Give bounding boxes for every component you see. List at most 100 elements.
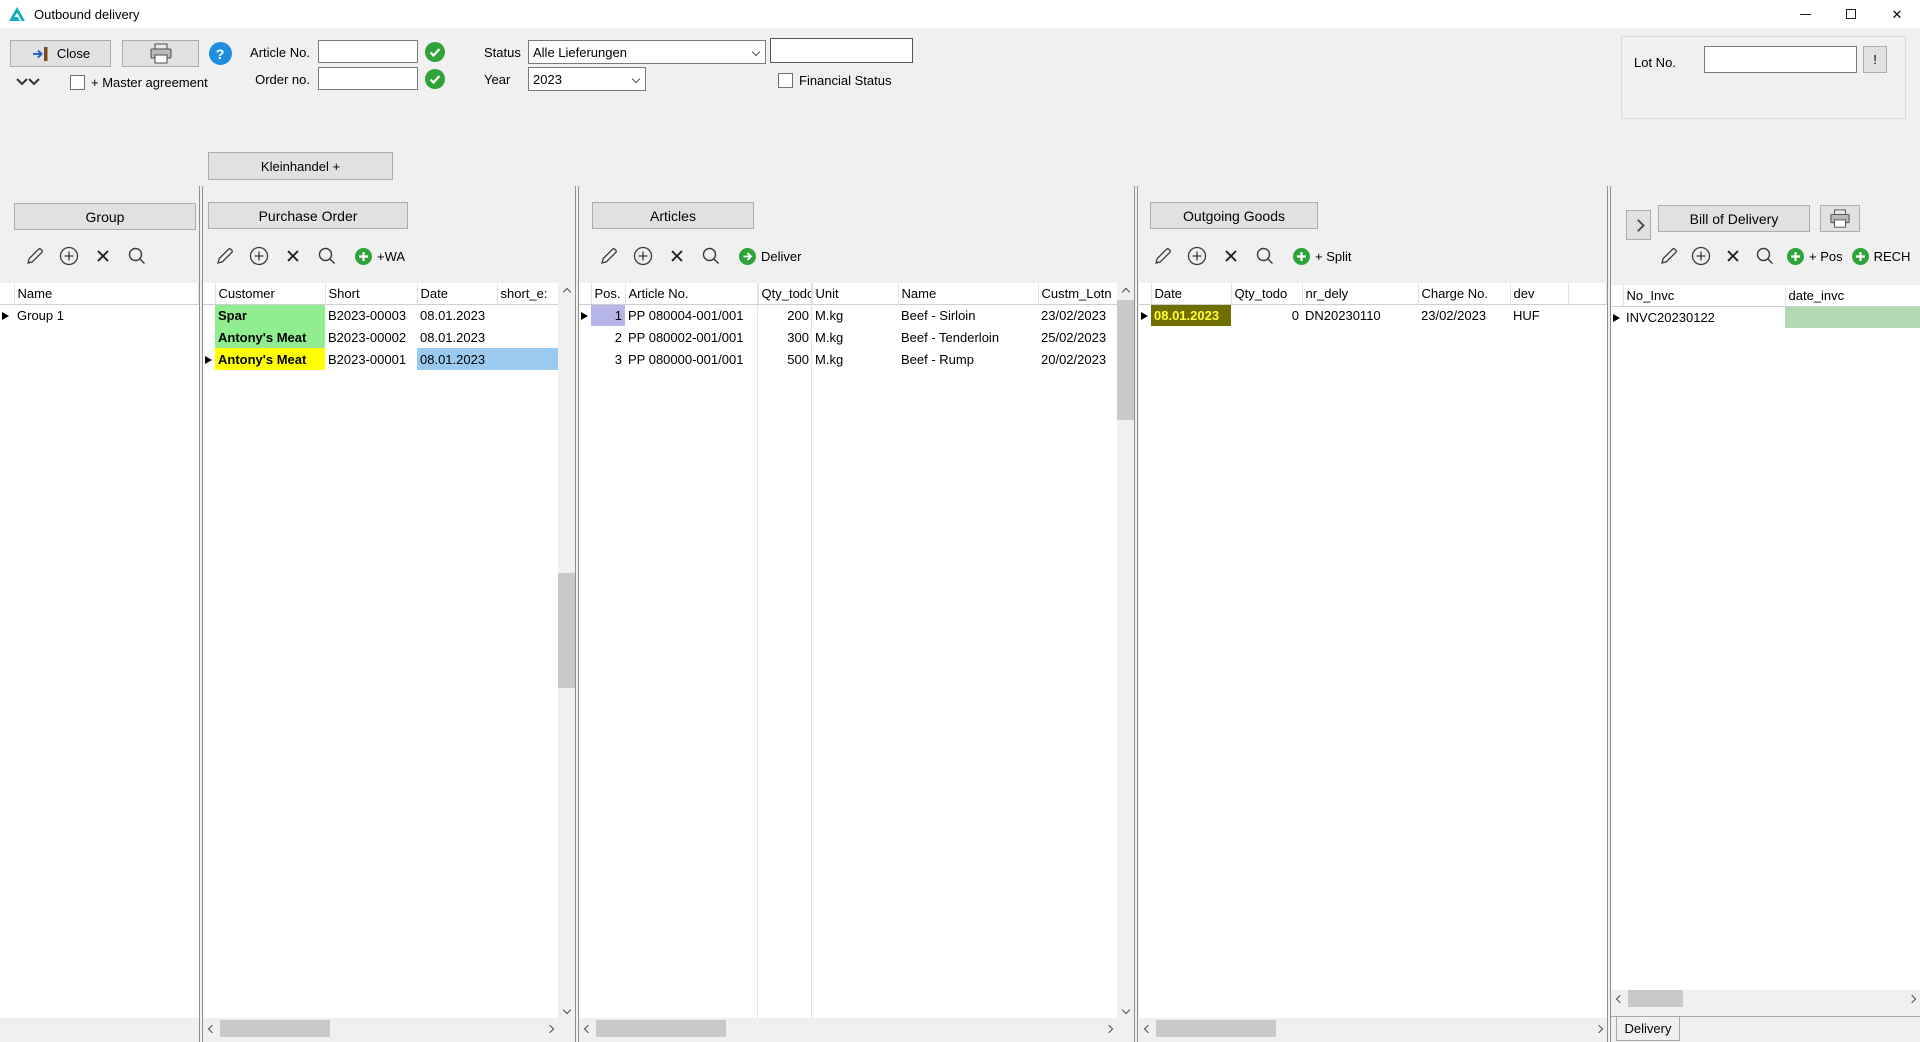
- status-extra-input[interactable]: [770, 38, 913, 63]
- edit-button[interactable]: [22, 243, 48, 269]
- article-no-input[interactable]: [318, 40, 418, 63]
- scroll-up-button[interactable]: [558, 283, 575, 300]
- articles-row-1-selected[interactable]: 1 PP 080004-001/001 200 M.kg Beef - Sirl…: [579, 304, 1117, 326]
- po-col-short-e[interactable]: short_e:: [497, 283, 558, 304]
- purchase-order-panel-header[interactable]: Purchase Order: [208, 202, 408, 229]
- add-pos-button[interactable]: + Pos: [1786, 247, 1843, 266]
- search-button[interactable]: [124, 243, 150, 269]
- expand-panel-button[interactable]: [1626, 210, 1651, 240]
- scroll-right-button[interactable]: [1903, 990, 1920, 1007]
- search-button[interactable]: [314, 243, 340, 269]
- group-col-name[interactable]: Name: [14, 283, 199, 304]
- po-row-3-selected[interactable]: Antony's Meat B2023-00001 08.01.2023: [203, 348, 558, 370]
- articles-panel-header[interactable]: Articles: [592, 202, 754, 229]
- po-row-2[interactable]: Antony's Meat B2023-00002 08.01.2023: [203, 326, 558, 348]
- articles-col-unit[interactable]: Unit: [812, 283, 898, 304]
- articles-horizontal-scrollbar[interactable]: [579, 1020, 1117, 1037]
- po-horizontal-scrollbar[interactable]: [203, 1020, 558, 1037]
- close-window-button[interactable]: ✕: [1874, 0, 1920, 28]
- scroll-thumb[interactable]: [558, 573, 575, 688]
- outgoing-row-1-selected[interactable]: 08.01.2023 0 DN20230110 23/02/2023 HUF: [1139, 304, 1607, 326]
- articles-col-custm-lotn[interactable]: Custm_Lotn: [1038, 283, 1117, 304]
- add-button[interactable]: [56, 243, 82, 269]
- articles-row-2[interactable]: 2 PP 080002-001/001 300 M.kg Beef - Tend…: [579, 326, 1117, 348]
- articles-row-3[interactable]: 3 PP 080000-001/001 500 M.kg Beef - Rump…: [579, 348, 1117, 370]
- scroll-right-button[interactable]: [541, 1020, 558, 1037]
- scroll-thumb[interactable]: [220, 1020, 330, 1037]
- bill-print-button[interactable]: [1820, 205, 1860, 232]
- edit-button[interactable]: [1656, 243, 1682, 269]
- articles-vertical-scrollbar[interactable]: [1117, 283, 1134, 1018]
- articles-col-article-no[interactable]: Article No.: [625, 283, 758, 304]
- year-select[interactable]: 2023: [528, 67, 646, 91]
- tab-delivery[interactable]: Delivery: [1616, 1017, 1680, 1041]
- bill-row-1-selected[interactable]: INVC20230122: [1611, 306, 1920, 328]
- collapse-toggle[interactable]: [15, 77, 41, 92]
- outgoing-col-nr-dely[interactable]: nr_dely: [1302, 283, 1418, 304]
- close-button[interactable]: Close: [10, 40, 111, 67]
- order-no-confirm-button[interactable]: [424, 68, 446, 90]
- minimize-button[interactable]: [1782, 0, 1828, 28]
- scroll-left-button[interactable]: [1139, 1020, 1156, 1037]
- delete-button[interactable]: [1720, 243, 1746, 269]
- articles-col-pos[interactable]: Pos.: [591, 283, 625, 304]
- bill-horizontal-scrollbar[interactable]: [1611, 990, 1920, 1007]
- print-button[interactable]: [122, 40, 199, 67]
- outgoing-col-qty-todo[interactable]: Qty_todo: [1231, 283, 1302, 304]
- po-col-date[interactable]: Date: [417, 283, 497, 304]
- scroll-thumb[interactable]: [1156, 1020, 1276, 1037]
- lot-alert-button[interactable]: !: [1863, 46, 1887, 73]
- po-row-1[interactable]: Spar B2023-00003 08.01.2023: [203, 304, 558, 326]
- status-select[interactable]: Alle Lieferungen: [528, 40, 766, 64]
- outgoing-col-date[interactable]: Date: [1151, 283, 1231, 304]
- scroll-right-button[interactable]: [1590, 1020, 1607, 1037]
- lot-no-input[interactable]: [1704, 46, 1857, 73]
- search-button[interactable]: [698, 243, 724, 269]
- add-button[interactable]: [1688, 243, 1714, 269]
- order-no-input[interactable]: [318, 67, 418, 90]
- edit-button[interactable]: [212, 243, 238, 269]
- group-panel-header[interactable]: Group: [14, 203, 196, 230]
- po-col-customer[interactable]: Customer: [215, 283, 325, 304]
- bill-of-delivery-panel-header[interactable]: Bill of Delivery: [1658, 205, 1810, 232]
- articles-col-qty-todo[interactable]: Qty_todo: [758, 283, 812, 304]
- scroll-left-button[interactable]: [1611, 990, 1628, 1007]
- scroll-down-button[interactable]: [558, 1001, 575, 1018]
- split-button[interactable]: + Split: [1292, 247, 1352, 266]
- add-button[interactable]: [630, 243, 656, 269]
- scroll-thumb[interactable]: [1117, 300, 1134, 420]
- article-no-confirm-button[interactable]: [424, 41, 446, 63]
- scroll-right-button[interactable]: [1100, 1020, 1117, 1037]
- delete-button[interactable]: [664, 243, 690, 269]
- add-button[interactable]: [246, 243, 272, 269]
- po-col-short[interactable]: Short: [325, 283, 417, 304]
- outgoing-col-dev[interactable]: dev: [1510, 283, 1568, 304]
- rech-button[interactable]: RECH: [1851, 247, 1911, 266]
- splitter[interactable]: [1134, 186, 1138, 1042]
- search-button[interactable]: [1752, 243, 1778, 269]
- group-row-1[interactable]: Group 1: [0, 304, 199, 326]
- bill-col-no-invc[interactable]: No_Invc: [1623, 285, 1785, 306]
- scroll-thumb[interactable]: [596, 1020, 726, 1037]
- outgoing-col-charge-no[interactable]: Charge No.: [1418, 283, 1510, 304]
- search-button[interactable]: [1252, 243, 1278, 269]
- scroll-down-button[interactable]: [1117, 1001, 1134, 1018]
- add-button[interactable]: [1184, 243, 1210, 269]
- scroll-up-button[interactable]: [1117, 283, 1134, 300]
- maximize-button[interactable]: [1828, 0, 1874, 28]
- outgoing-goods-panel-header[interactable]: Outgoing Goods: [1150, 202, 1318, 229]
- edit-button[interactable]: [1150, 243, 1176, 269]
- delete-button[interactable]: [280, 243, 306, 269]
- scroll-left-button[interactable]: [203, 1020, 220, 1037]
- edit-button[interactable]: [596, 243, 622, 269]
- outgoing-horizontal-scrollbar[interactable]: [1139, 1020, 1607, 1037]
- wa-button[interactable]: +WA: [354, 247, 405, 266]
- articles-col-name[interactable]: Name: [898, 283, 1038, 304]
- deliver-button[interactable]: Deliver: [738, 247, 801, 266]
- master-agreement-checkbox[interactable]: [70, 75, 85, 90]
- po-vertical-scrollbar[interactable]: [558, 283, 575, 1018]
- scroll-left-button[interactable]: [579, 1020, 596, 1037]
- kleinhandel-button[interactable]: Kleinhandel +: [208, 152, 393, 180]
- scroll-thumb[interactable]: [1628, 990, 1683, 1007]
- delete-button[interactable]: [90, 243, 116, 269]
